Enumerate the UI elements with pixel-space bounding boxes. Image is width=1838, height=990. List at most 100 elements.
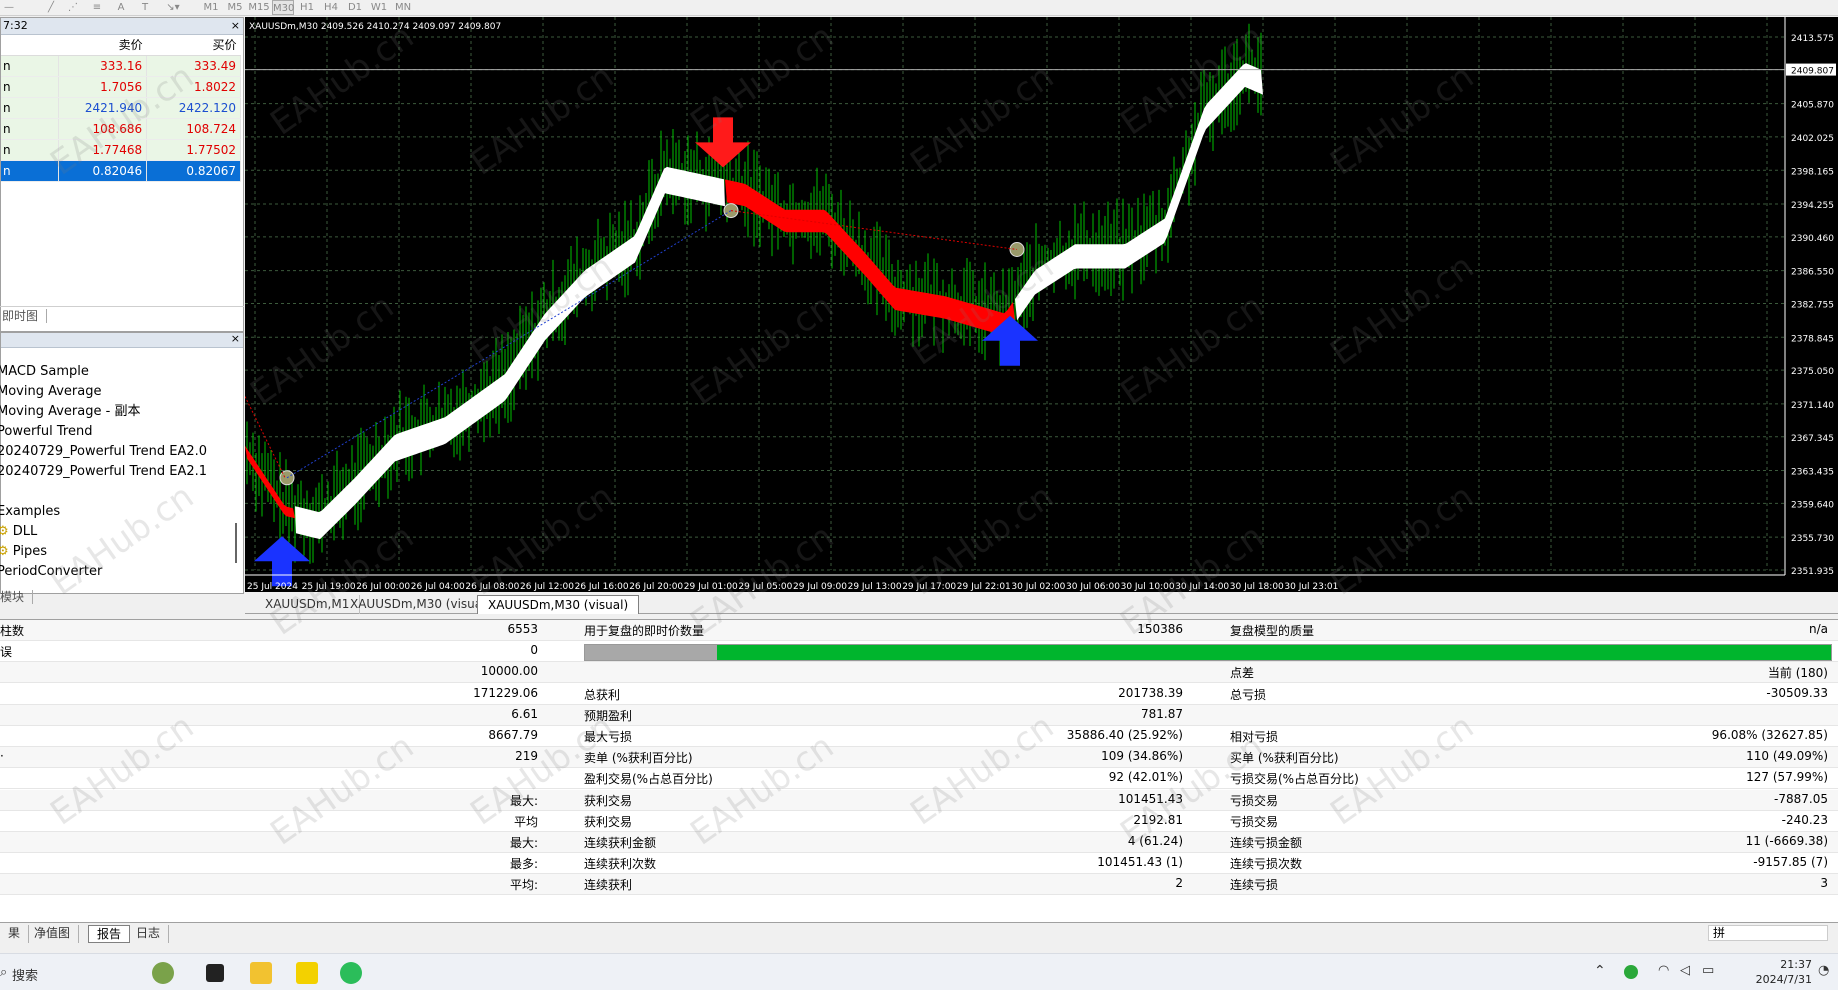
report-cell-a: 误 <box>0 645 13 660</box>
market-watch-header: 7:32 × <box>1 18 243 35</box>
sell-cell: 0.82046 <box>58 160 148 182</box>
market-watch-row[interactable]: n 2421.940 2422.120 <box>1 97 241 119</box>
report-tab[interactable]: 日志 <box>128 925 170 943</box>
navigator-panel: × MACD Sample Moving Average Moving Averag… <box>0 332 244 594</box>
chevron-up-icon[interactable]: ⌃ <box>1594 963 1606 979</box>
ime-label: 拼 <box>1713 926 1726 940</box>
timeframe-w1[interactable]: W1 <box>368 0 390 15</box>
trade-line <box>286 210 732 479</box>
notification-bell-icon[interactable]: ◔ <box>1818 963 1829 978</box>
market-watch-row[interactable]: n 0.82046 0.82067 <box>1 160 241 182</box>
report-cell-b: 最大: <box>509 793 538 808</box>
market-watch-row[interactable]: n 1.7056 1.8022 <box>1 76 241 98</box>
navigator-item[interactable]: Examples <box>0 502 243 522</box>
symbol-cell: n <box>1 160 60 182</box>
wechat-icon[interactable] <box>340 962 362 984</box>
report-cell-c: 连续获利 <box>584 878 633 893</box>
fibo-icon[interactable]: ≡ <box>90 0 104 15</box>
report-cell-f: 110 (49.09%) <box>1746 749 1828 764</box>
timeframe-m5[interactable]: M5 <box>224 0 246 15</box>
navigator-item[interactable]: Moving Average <box>0 382 243 402</box>
report-row: 平均: 连续获利 2 连续亏损 3 <box>0 874 1838 896</box>
navigator-item-label: Moving Average - 副本 <box>0 404 141 419</box>
report-tab[interactable]: 报告 <box>88 925 131 943</box>
channel-icon[interactable]: ⋰ <box>66 0 80 15</box>
tab-modules[interactable]: 模块 <box>0 590 34 604</box>
arrows-icon[interactable]: ↘▾ <box>162 0 184 15</box>
report-cell-c: 获利交易 <box>584 793 633 808</box>
chart-tab[interactable]: XAUUSDm,M30 (visual) <box>477 595 640 614</box>
market-watch-row[interactable]: n 333.16 333.49 <box>1 55 241 77</box>
folder-gear-icon: ⚙ <box>0 544 9 559</box>
timeframe-mn[interactable]: MN <box>392 0 414 15</box>
report-cell-f: 当前 (180) <box>1767 666 1828 681</box>
price-chart[interactable]: 2413.575 2409.807 2405.870 2402.025 2398.165… <box>245 17 1838 592</box>
report-cell-d: 781.87 <box>1141 706 1183 721</box>
clock[interactable]: 21:37 2024/7/31 <box>1750 957 1812 987</box>
close-icon[interactable]: × <box>231 332 240 345</box>
market-watch-row[interactable]: n 108.686 108.724 <box>1 118 241 140</box>
market-watch-row[interactable]: n 1.77468 1.77502 <box>1 139 241 161</box>
navigator-item[interactable]: ⚙ DLL <box>0 522 243 542</box>
report-tab[interactable]: 净值图 <box>26 925 80 943</box>
chart-info: XAUUSDm,M30 2409.526 2410.274 2409.097 2… <box>249 22 501 32</box>
report-cell-b: 219 <box>515 749 538 764</box>
navigator-item-label: Moving Average <box>0 384 102 399</box>
navigator-item[interactable]: ⚙ Pipes <box>0 542 243 562</box>
report-cell-b: 平均: <box>509 878 538 893</box>
wifi-icon[interactable]: ◠ <box>1658 963 1669 978</box>
navigator-item[interactable]: Powerful Trend <box>0 422 243 442</box>
tray-app-icon[interactable] <box>1624 965 1638 979</box>
market-watch-tabs: 即时图 <box>0 306 244 326</box>
buy-arrow <box>254 536 310 587</box>
navigator-item[interactable]: Moving Average - 副本 <box>0 402 243 422</box>
sell-cell: 108.686 <box>58 118 148 140</box>
timeframe-m1[interactable]: M1 <box>200 0 222 15</box>
search-icon[interactable]: ⌕ <box>0 965 7 980</box>
navigator-item <box>0 482 243 502</box>
report-cell-f: 3 <box>1820 876 1828 891</box>
timeframe-h4[interactable]: H4 <box>320 0 342 15</box>
report-cell-c: 获利交易 <box>584 814 633 829</box>
report-tab[interactable]: 果 <box>0 925 30 943</box>
report-cell-f: -240.23 <box>1781 812 1828 827</box>
volume-icon[interactable]: ◁ <box>1680 963 1690 978</box>
app-yellow-icon[interactable] <box>296 962 318 984</box>
time-label: 25 Jul 19:00 <box>302 582 356 592</box>
report-cell-e: 连续亏损金额 <box>1230 836 1303 850</box>
navigator-item[interactable]: 20240729_Powerful Trend EA2.0 <box>0 442 243 462</box>
timeframe-h1[interactable]: H1 <box>296 0 318 15</box>
close-icon[interactable]: × <box>231 18 240 34</box>
app-avocado-icon[interactable] <box>152 962 174 984</box>
file-explorer-icon[interactable] <box>250 962 272 984</box>
timeframe-m15[interactable]: M15 <box>248 0 270 15</box>
chart-canvas[interactable]: 2413.575 2409.807 2405.870 2402.025 2398.165… <box>245 17 1838 592</box>
text-icon[interactable]: A <box>114 0 128 15</box>
scrollbar[interactable] <box>235 523 237 563</box>
report-cell-d: 92 (42.01%) <box>1108 770 1183 785</box>
time-label: 26 Jul 08:00 <box>465 582 519 592</box>
price-label: 2351.935 <box>1791 567 1834 577</box>
taskbar-search[interactable]: 搜索 <box>12 965 38 984</box>
navigator-item-label: Examples <box>0 504 61 519</box>
sell-arrow <box>695 117 751 168</box>
timeframe-m30[interactable]: M30 <box>272 0 294 15</box>
navigator-item[interactable]: 20240729_Powerful Trend EA2.1 <box>0 462 243 482</box>
price-label: 2409.807 <box>1791 67 1834 77</box>
battery-icon[interactable]: ▭ <box>1702 963 1714 978</box>
report-cell-c: 用于复盘的即时价数量 <box>584 624 705 638</box>
ime-indicator[interactable]: 拼 <box>1708 925 1828 941</box>
app-window-icon[interactable] <box>206 964 224 982</box>
report-cell-c: 盈利交易(%占总百分比) <box>584 772 713 787</box>
report-row: 6.61 预期盈利 781.87 <box>0 704 1838 726</box>
line-icon[interactable]: ╱ <box>44 0 58 15</box>
symbol-cell: n <box>1 118 60 140</box>
cursor-icon[interactable]: — <box>2 0 16 15</box>
timeframe-d1[interactable]: D1 <box>344 0 366 15</box>
price-label: 2367.345 <box>1791 434 1834 444</box>
navigator-item[interactable]: PeriodConverter <box>0 562 243 582</box>
tab-ticks[interactable]: 即时图 <box>2 309 48 323</box>
navigator-header: × <box>1 332 243 348</box>
label-icon[interactable]: T <box>138 0 152 15</box>
navigator-item[interactable]: MACD Sample <box>0 362 243 382</box>
